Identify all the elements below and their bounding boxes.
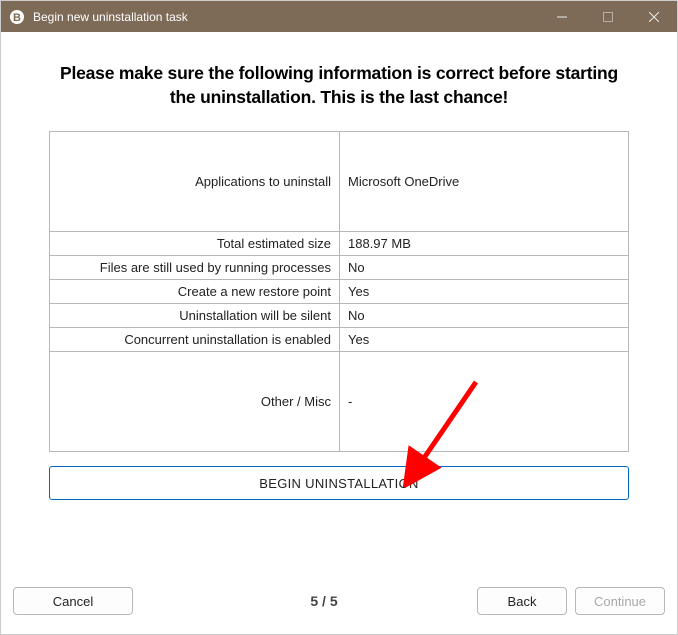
maximize-button[interactable] — [585, 1, 631, 32]
row-label: Other / Misc — [50, 352, 340, 452]
svg-text:B: B — [13, 12, 21, 24]
cancel-button[interactable]: Cancel — [13, 587, 133, 615]
table-row: Uninstallation will be silent No — [50, 304, 629, 328]
content-area: Please make sure the following informati… — [1, 32, 677, 578]
wizard-footer: Cancel 5 / 5 Back Continue — [1, 578, 677, 634]
page-indicator: 5 / 5 — [183, 593, 465, 609]
titlebar: B Begin new uninstallation task — [1, 1, 677, 32]
row-label: Concurrent uninstallation is enabled — [50, 328, 340, 352]
row-value: No — [340, 304, 629, 328]
confirmation-heading: Please make sure the following informati… — [49, 62, 629, 109]
row-label: Applications to uninstall — [50, 132, 340, 232]
row-value: No — [340, 256, 629, 280]
window-title: Begin new uninstallation task — [33, 10, 539, 24]
row-label: Uninstallation will be silent — [50, 304, 340, 328]
begin-uninstallation-button[interactable]: BEGIN UNINSTALLATION — [49, 466, 629, 500]
row-label: Create a new restore point — [50, 280, 340, 304]
minimize-button[interactable] — [539, 1, 585, 32]
row-label: Total estimated size — [50, 232, 340, 256]
close-button[interactable] — [631, 1, 677, 32]
table-row: Files are still used by running processe… — [50, 256, 629, 280]
row-value: Microsoft OneDrive — [340, 132, 629, 232]
app-icon: B — [9, 9, 25, 25]
back-button[interactable]: Back — [477, 587, 567, 615]
row-value: Yes — [340, 328, 629, 352]
table-row: Create a new restore point Yes — [50, 280, 629, 304]
continue-button: Continue — [575, 587, 665, 615]
window-controls — [539, 1, 677, 32]
row-value: 188.97 MB — [340, 232, 629, 256]
row-label: Files are still used by running processe… — [50, 256, 340, 280]
table-row: Total estimated size 188.97 MB — [50, 232, 629, 256]
table-row: Other / Misc - — [50, 352, 629, 452]
row-value: - — [340, 352, 629, 452]
row-value: Yes — [340, 280, 629, 304]
table-row: Applications to uninstall Microsoft OneD… — [50, 132, 629, 232]
uninstall-wizard-window: B Begin new uninstallation task Please m… — [0, 0, 678, 635]
summary-table: Applications to uninstall Microsoft OneD… — [49, 131, 629, 452]
table-row: Concurrent uninstallation is enabled Yes — [50, 328, 629, 352]
